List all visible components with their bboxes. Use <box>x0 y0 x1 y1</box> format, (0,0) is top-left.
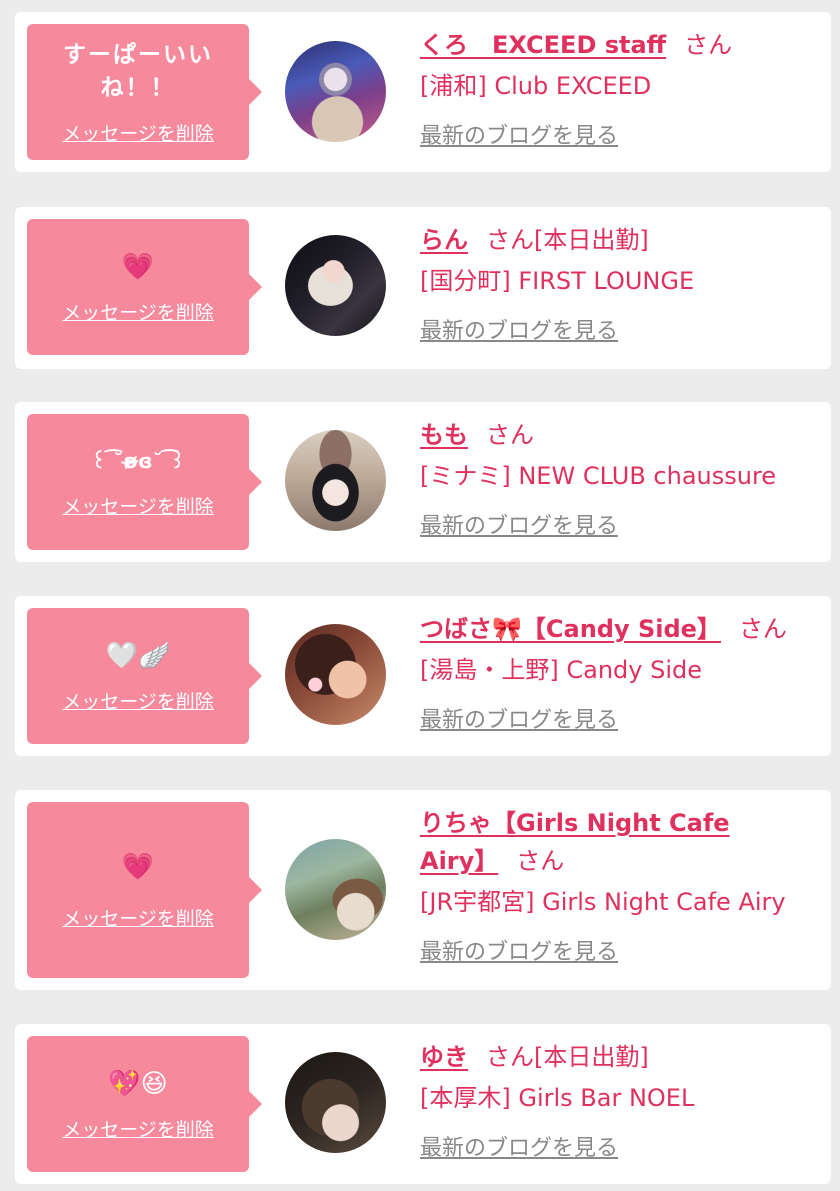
cast-info: らん さん[本日出勤] [国分町] FIRST LOUNGE 最新のブログを見る <box>420 221 820 347</box>
message-bubble: 🤍🪽 メッセージを削除 <box>27 608 262 744</box>
cast-info: つばさ🎀【Candy Side】 さん [湯島・上野] Candy Side 最新… <box>420 610 820 736</box>
latest-blog-link[interactable]: 最新のブログを見る <box>420 1134 618 1164</box>
message-text: 💖😆 <box>108 1068 168 1099</box>
message-text: ꒰ ͡˘ʚ̴̶̷̷ɞ˘ ͡꒱ <box>90 449 186 473</box>
latest-blog-link[interactable]: 最新のブログを見る <box>420 706 618 736</box>
latest-blog-link[interactable]: 最新のブログを見る <box>420 122 618 152</box>
cast-info: くろ EXCEED staff さん [浦和] Club EXCEED 最新のブロ… <box>420 26 820 152</box>
avatar[interactable] <box>285 839 386 940</box>
message-bubble: 💗 メッセージを削除 <box>27 802 262 978</box>
latest-blog-link[interactable]: 最新のブログを見る <box>420 317 618 347</box>
cast-info: もも さん [ミナミ] NEW CLUB chaussure 最新のブログを見る <box>420 416 820 542</box>
list-item: すーぱーいいね！！ メッセージを削除 くろ EXCEED staff さん [浦和… <box>15 12 831 172</box>
message-bubble: 💖😆 メッセージを削除 <box>27 1036 262 1172</box>
latest-blog-link[interactable]: 最新のブログを見る <box>420 938 618 968</box>
delete-message-link[interactable]: メッセージを削除 <box>62 1115 214 1142</box>
avatar[interactable] <box>285 41 386 142</box>
honorific: さん <box>486 421 534 449</box>
message-text: 🤍🪽 <box>105 640 171 671</box>
list-item: ꒰ ͡˘ʚ̴̶̷̷ɞ˘ ͡꒱ メッセージを削除 もも さん [ミナミ] NEW C… <box>15 402 831 562</box>
shop-name: [湯島・上野] Candy Side <box>420 656 702 684</box>
delete-message-link[interactable]: メッセージを削除 <box>62 904 214 931</box>
message-text: すーぱーいいね！！ <box>63 41 213 101</box>
cast-name-link[interactable]: くろ EXCEED staff <box>420 31 666 59</box>
list-item: 💖😆 メッセージを削除 ゆき さん[本日出勤] [本厚木] Girls Bar N… <box>15 1024 831 1184</box>
cast-info: ゆき さん[本日出勤] [本厚木] Girls Bar NOEL 最新のブログを見… <box>420 1038 820 1164</box>
honorific: さん <box>486 1043 534 1071</box>
message-text: 💗 <box>121 251 155 282</box>
avatar[interactable] <box>285 624 386 725</box>
message-text: 💗 <box>121 851 155 882</box>
avatar[interactable] <box>285 1052 386 1153</box>
shop-name: [本厚木] Girls Bar NOEL <box>420 1084 695 1112</box>
cast-name-link[interactable]: りちゃ【Girls Night Cafe Airy】 <box>420 809 730 875</box>
message-bubble: すーぱーいいね！！ メッセージを削除 <box>27 24 262 160</box>
avatar[interactable] <box>285 430 386 531</box>
cast-name-link[interactable]: ゆき <box>420 1043 468 1071</box>
honorific: さん <box>516 847 565 875</box>
status-badge: [本日出勤] <box>534 226 649 254</box>
shop-name: [浦和] Club EXCEED <box>420 72 652 100</box>
message-bubble: ꒰ ͡˘ʚ̴̶̷̷ɞ˘ ͡꒱ メッセージを削除 <box>27 414 262 550</box>
cast-name-link[interactable]: もも <box>420 421 468 449</box>
shop-name: [ミナミ] NEW CLUB chaussure <box>420 462 777 490</box>
avatar[interactable] <box>285 235 386 336</box>
list-item: 🤍🪽 メッセージを削除 つばさ🎀【Candy Side】 さん [湯島・上野] C… <box>15 596 831 756</box>
message-bubble: 💗 メッセージを削除 <box>27 219 262 355</box>
cast-name-link[interactable]: つばさ🎀【Candy Side】 <box>420 615 721 643</box>
honorific: さん <box>738 615 787 643</box>
shop-name: [国分町] FIRST LOUNGE <box>420 267 695 295</box>
honorific: さん <box>684 31 733 59</box>
list-item: 💗 メッセージを削除 らん さん[本日出勤] [国分町] FIRST LOUNGE… <box>15 207 831 369</box>
latest-blog-link[interactable]: 最新のブログを見る <box>420 512 618 542</box>
list-item: 💗 メッセージを削除 りちゃ【Girls Night Cafe Airy】 さん … <box>15 790 831 990</box>
cast-name-link[interactable]: らん <box>420 226 468 254</box>
delete-message-link[interactable]: メッセージを削除 <box>62 119 214 146</box>
delete-message-link[interactable]: メッセージを削除 <box>62 687 214 714</box>
like-message-list: すーぱーいいね！！ メッセージを削除 くろ EXCEED staff さん [浦和… <box>0 0 840 1191</box>
status-badge: [本日出勤] <box>534 1043 649 1071</box>
delete-message-link[interactable]: メッセージを削除 <box>62 492 214 519</box>
honorific: さん <box>486 226 534 254</box>
cast-info: りちゃ【Girls Night Cafe Airy】 さん [JR宇都宮] Gir… <box>420 804 820 968</box>
delete-message-link[interactable]: メッセージを削除 <box>62 298 214 325</box>
shop-name: [JR宇都宮] Girls Night Cafe Airy <box>420 888 786 916</box>
